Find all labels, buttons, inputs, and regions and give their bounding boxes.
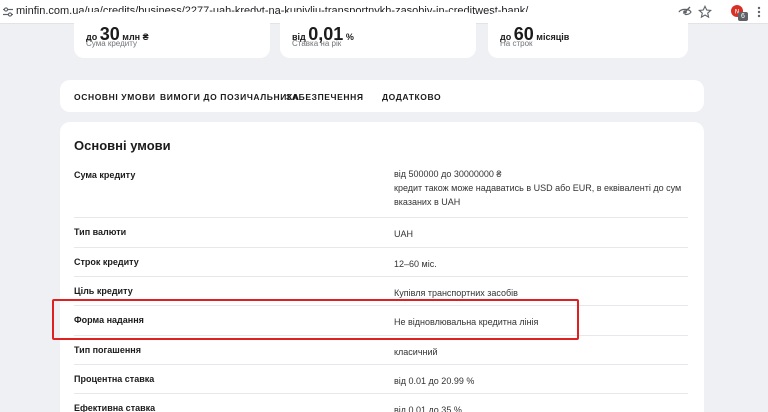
row-value: від 0.01 до 35 % <box>394 405 462 412</box>
table-row: Ціль кредиту Купівля транспортних засобі… <box>74 277 688 306</box>
row-value: Купівля транспортних засобів <box>394 288 518 298</box>
tab-main-terms[interactable]: ОСНОВНІ УМОВИ <box>74 92 156 102</box>
row-value: від 0.01 до 20.99 % <box>394 376 475 386</box>
stat-label: На строк <box>500 39 533 48</box>
row-key: Тип валюти <box>74 227 127 237</box>
table-row: Строк кредиту 12–60 міс. <box>74 248 688 277</box>
row-value: від 500000 до 30000000 ₴ кредит також мо… <box>394 169 682 207</box>
row-key: Ціль кредиту <box>74 286 133 296</box>
table-row: Процентна ставка від 0.01 до 20.99 % <box>74 365 688 394</box>
row-key: Процентна ставка <box>74 374 155 384</box>
tab-additional[interactable]: ДОДАТКОВО <box>382 92 441 102</box>
row-value: Не відновлювальна кредитна лінія <box>394 317 539 327</box>
star-icon[interactable] <box>698 5 712 19</box>
row-value: 12–60 міс. <box>394 259 437 269</box>
table-row: Сума кредиту від 500000 до 30000000 ₴ кр… <box>74 162 688 218</box>
tab-borrower-requirements[interactable]: ВИМОГИ ДО ПОЗИЧАЛЬНИКА <box>160 92 299 102</box>
stat-unit: % <box>345 32 354 42</box>
stat-label: Сума кредиту <box>86 39 137 48</box>
row-key: Ефективна ставка <box>74 403 156 412</box>
extension-badge: 6 <box>738 12 748 21</box>
stat-label: Ставка на рік <box>292 39 342 48</box>
main-terms-card: Основні умови Сума кредиту від 500000 до… <box>60 122 704 412</box>
stat-card-term: до 60 місяців На строк <box>488 12 688 58</box>
row-key: Строк кредиту <box>74 257 139 267</box>
stat-unit: місяців <box>536 32 570 42</box>
kebab-menu-icon[interactable] <box>752 5 766 19</box>
row-value: класичний <box>394 347 438 357</box>
table-row: Форма надання Не відновлювальна кредитна… <box>74 306 688 336</box>
site-settings-icon[interactable] <box>2 6 14 18</box>
tab-collateral[interactable]: ЗАБЕЗПЕЧЕННЯ <box>286 92 364 102</box>
section-title: Основні умови <box>74 138 171 153</box>
section-tabs: ОСНОВНІ УМОВИ ВИМОГИ ДО ПОЗИЧАЛЬНИКА ЗАБ… <box>60 80 704 112</box>
table-row: Тип валюти UAH <box>74 218 688 248</box>
row-key: Форма надання <box>74 315 144 325</box>
row-value: UAH <box>394 229 414 239</box>
extension-icon[interactable]: N 6 <box>730 4 748 21</box>
table-row: Ефективна ставка від 0.01 до 35 % <box>74 394 688 412</box>
stat-card-rate: від 0,01 % Ставка на рік <box>280 12 476 58</box>
row-key: Сума кредиту <box>74 170 136 180</box>
row-key: Тип погашення <box>74 345 141 355</box>
stat-card-amount: до 30 млн ₴ Сума кредиту <box>74 12 270 58</box>
table-row: Тип погашення класичний <box>74 336 688 365</box>
